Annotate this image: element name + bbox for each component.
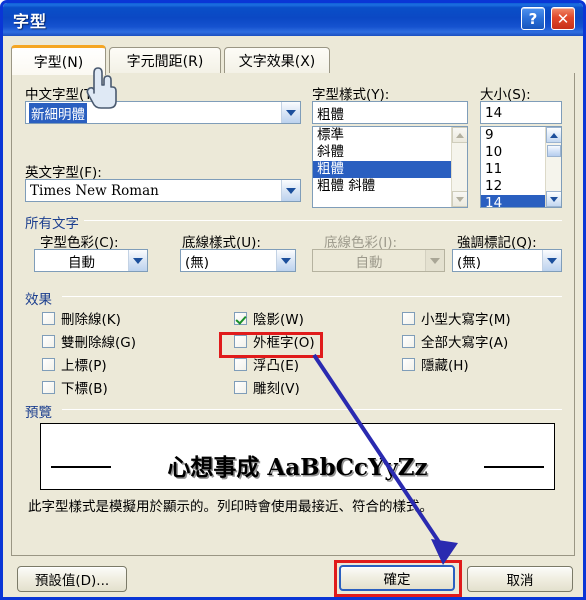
effects-group-label: 效果 [25, 288, 57, 308]
all-text-group-label: 所有文字 [25, 212, 84, 232]
emphasis-mark-combo[interactable]: (無) [452, 249, 562, 272]
tab-character-spacing[interactable]: 字元間距(R) [109, 47, 221, 73]
checkbox-icon[interactable] [234, 380, 247, 394]
font-style-label: 字型樣式(Y): [312, 87, 390, 103]
ok-button[interactable]: 確定 [339, 565, 455, 591]
chinese-font-combo[interactable]: 新細明體 [25, 101, 301, 124]
checkbox-icon[interactable] [42, 311, 55, 325]
list-item[interactable]: 粗體 [313, 161, 467, 178]
list-item[interactable]: 粗體 斜體 [313, 178, 467, 195]
underline-color-combo: 自動 [312, 249, 445, 272]
checkbox-icon[interactable] [402, 311, 415, 325]
checkbox-icon[interactable] [402, 357, 415, 371]
chinese-font-value: 新細明體 [29, 102, 87, 123]
title-bar: 字型 ? ✕ [3, 3, 583, 36]
checkbox-hidden[interactable]: 隱藏(H) [402, 354, 469, 374]
help-icon[interactable]: ? [521, 7, 545, 30]
checkbox-icon[interactable] [42, 334, 55, 348]
checkbox-label: 下標(B) [61, 381, 108, 397]
font-style-scrollbar[interactable] [451, 127, 467, 207]
emphasis-mark-value: (無) [457, 254, 482, 271]
checkbox-label: 上標(P) [61, 358, 107, 374]
emphasis-mark-label: 強調標記(Q): [457, 235, 537, 251]
list-item[interactable]: 標準 [313, 127, 467, 144]
font-color-value: 自動 [68, 254, 95, 271]
chevron-down-icon[interactable] [281, 102, 300, 123]
checkbox-icon[interactable] [42, 380, 55, 394]
scroll-up-icon[interactable] [546, 127, 561, 143]
checkbox-label: 外框字(O) [253, 335, 315, 351]
chevron-down-icon[interactable] [128, 250, 147, 271]
checkbox-emboss[interactable]: 浮凸(E) [234, 354, 299, 374]
chevron-down-icon[interactable] [542, 250, 561, 271]
tab-strip: 字型(N) 字元間距(R) 文字效果(X) [11, 45, 575, 75]
checkbox-label: 刪除線(K) [61, 312, 121, 328]
preview-box: 心想事成 AaBbCcYyZz [40, 423, 555, 490]
checkbox-small-caps[interactable]: 小型大寫字(M) [402, 308, 511, 328]
tab-text-effects[interactable]: 文字效果(X) [224, 47, 330, 73]
group-divider [62, 409, 562, 410]
font-size-input[interactable]: 14 [480, 101, 562, 124]
chevron-down-icon[interactable] [276, 250, 295, 271]
scrollbar-thumb[interactable] [547, 145, 561, 157]
close-icon[interactable]: ✕ [551, 7, 575, 30]
checkbox-label: 陰影(W) [253, 312, 304, 328]
font-style-listbox[interactable]: 標準 斜體 粗體 粗體 斜體 [312, 126, 468, 208]
cancel-button[interactable]: 取消 [467, 566, 573, 592]
checkbox-double-strikethrough[interactable]: 雙刪除線(G) [42, 331, 136, 351]
scroll-up-icon[interactable] [452, 127, 467, 143]
underline-style-combo[interactable]: (無) [180, 249, 296, 272]
chevron-down-icon[interactable] [281, 180, 300, 201]
scroll-down-icon[interactable] [452, 191, 467, 207]
preview-sample-text: 心想事成 AaBbCcYyZz [167, 454, 428, 481]
checkbox-label: 浮凸(E) [253, 358, 300, 374]
latin-font-value: Times New Roman [30, 182, 159, 199]
font-size-scrollbar[interactable] [545, 127, 561, 207]
chevron-down-icon [425, 250, 444, 271]
underline-style-value: (無) [185, 254, 210, 271]
font-size-label: 大小(S): [480, 87, 531, 103]
default-button[interactable]: 預設值(D)... [17, 566, 127, 592]
scroll-down-icon[interactable] [546, 191, 561, 207]
group-divider [84, 220, 562, 221]
chinese-font-label: 中文字型(T): [25, 87, 103, 103]
checkbox-shadow[interactable]: 陰影(W) [234, 308, 304, 328]
font-dialog: 字型 ? ✕ 字型(N) 字元間距(R) 文字效果(X) 中文字型(T): 新細… [0, 0, 586, 600]
checkbox-icon[interactable] [42, 357, 55, 371]
checkbox-icon[interactable] [234, 334, 247, 348]
checkbox-all-caps[interactable]: 全部大寫字(A) [402, 331, 508, 351]
preview-group-label: 預覽 [25, 401, 57, 421]
tab-font[interactable]: 字型(N) [11, 45, 106, 75]
font-color-combo[interactable]: 自動 [34, 249, 148, 272]
checkbox-strikethrough[interactable]: 刪除線(K) [42, 308, 121, 328]
group-divider [62, 296, 562, 297]
checkbox-superscript[interactable]: 上標(P) [42, 354, 107, 374]
underline-color-label: 底線色彩(I): [324, 235, 398, 251]
checkbox-label: 隱藏(H) [421, 358, 469, 374]
window-title: 字型 [13, 12, 48, 31]
checkbox-label: 全部大寫字(A) [421, 335, 509, 351]
checkbox-icon[interactable] [402, 334, 415, 348]
checkbox-label: 雕刻(V) [253, 381, 300, 397]
latin-font-combo[interactable]: Times New Roman [25, 179, 301, 202]
checkbox-label: 雙刪除線(G) [61, 335, 136, 351]
checkbox-label: 小型大寫字(M) [421, 312, 511, 328]
checkbox-engrave[interactable]: 雕刻(V) [234, 377, 300, 397]
underline-style-label: 底線樣式(U): [182, 235, 261, 251]
font-color-label: 字型色彩(C): [40, 235, 119, 251]
preview-note: 此字型樣式是模擬用於顯示的。列印時會使用最接近、符合的樣式。 [28, 499, 433, 515]
font-tab-panel: 中文字型(T): 新細明體 英文字型(F): Times New Roman 字… [11, 73, 575, 556]
checkbox-icon[interactable] [234, 311, 247, 325]
checkbox-outline[interactable]: 外框字(O) [234, 331, 315, 351]
font-size-listbox[interactable]: 9 10 11 12 14 [480, 126, 562, 208]
checkbox-icon[interactable] [234, 357, 247, 371]
checkbox-subscript[interactable]: 下標(B) [42, 377, 108, 397]
latin-font-label: 英文字型(F): [25, 165, 102, 181]
font-style-input[interactable]: 粗體 [312, 101, 468, 124]
underline-color-value: 自動 [355, 254, 383, 271]
list-item[interactable]: 斜體 [313, 144, 467, 161]
